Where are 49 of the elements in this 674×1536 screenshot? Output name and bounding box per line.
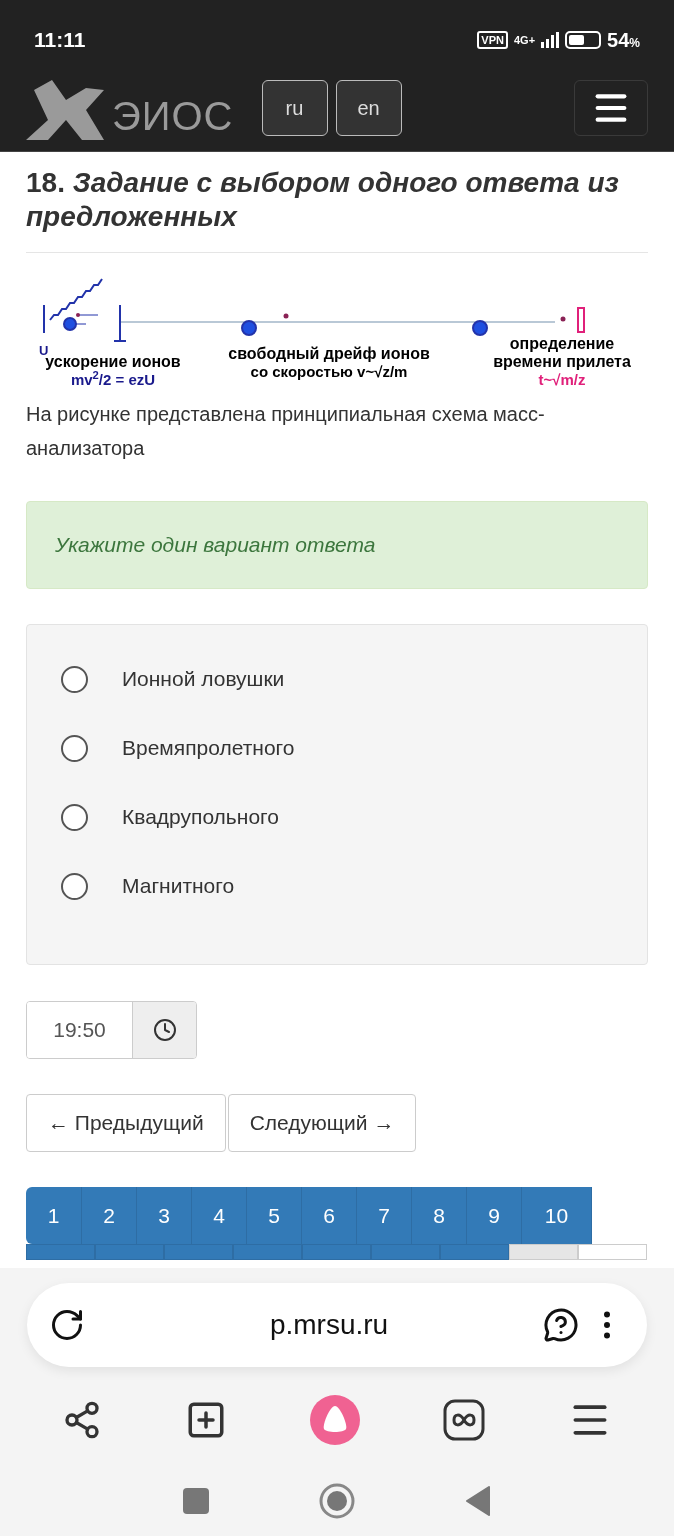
answer-option[interactable]: Квадрупольного	[61, 799, 613, 835]
url-text: p.mrsu.ru	[268, 1308, 390, 1342]
logo-text: ЭИОС	[112, 93, 234, 140]
page-button[interactable]: 1	[26, 1187, 82, 1244]
stage-label: свободный дрейф ионов	[227, 345, 431, 363]
nav-button[interactable]: Следующий →	[227, 1094, 417, 1152]
battery-percent: 54%	[607, 28, 640, 53]
page-button[interactable]: 8	[412, 1187, 467, 1244]
hint-alert: Укажите один вариант ответа	[26, 501, 648, 589]
voltage-label: U	[39, 342, 49, 358]
assistant-icon[interactable]	[543, 1307, 579, 1343]
stage-formula: t~√m/z	[538, 371, 586, 389]
radio-button[interactable]	[61, 665, 88, 693]
page-button[interactable]: 6	[302, 1187, 357, 1244]
answer-option[interactable]: Времяпролетного	[61, 730, 613, 766]
stage-formula: со скоростью v~√z/m	[250, 363, 408, 381]
page-button[interactable]: 9	[467, 1187, 522, 1244]
answer-option[interactable]: Магнитного	[61, 868, 613, 904]
page-button[interactable]: 7	[357, 1187, 412, 1244]
page-button[interactable]: 2	[82, 1187, 137, 1244]
infinity-icon[interactable]	[443, 1399, 486, 1441]
page-button[interactable]: 4	[192, 1187, 247, 1244]
answer-option[interactable]: Ионной ловушки	[61, 661, 613, 697]
back-icon[interactable]	[465, 1485, 491, 1517]
page-button[interactable]: 5	[247, 1187, 302, 1244]
signal-icon	[541, 32, 560, 48]
nav-button[interactable]: ← Предыдущий	[26, 1094, 226, 1152]
clock-icon	[152, 1018, 177, 1042]
page-button[interactable]: 3	[137, 1187, 192, 1244]
home-icon[interactable]	[319, 1483, 355, 1519]
question-title: 18. Задание с выбором одного ответа из предложенных	[26, 166, 648, 253]
menu-button[interactable]	[574, 80, 648, 136]
language-button[interactable]: ru	[261, 80, 328, 136]
radio-button[interactable]	[61, 734, 88, 762]
stage-formula: mv$^{2}$/2 = ezU	[70, 371, 156, 389]
battery-icon	[565, 31, 602, 49]
page-button[interactable]: 10	[522, 1187, 592, 1244]
radio-button[interactable]	[61, 803, 88, 831]
radio-button[interactable]	[61, 872, 88, 900]
language-button[interactable]: en	[335, 80, 402, 136]
clock: 11:11	[34, 27, 86, 54]
voice-assistant-icon[interactable]	[309, 1395, 360, 1445]
reload-icon[interactable]	[49, 1307, 85, 1343]
question-text: На рисунке представлена принципиальная схема масс-анализатора	[26, 402, 546, 461]
logo-icon	[26, 80, 104, 140]
address-bar[interactable]: p.mrsu.ru	[27, 1283, 647, 1367]
vpn-icon: VPN	[477, 31, 508, 49]
stage-label: определение времени прилета	[492, 335, 632, 371]
network-type: 4G+	[513, 32, 536, 48]
